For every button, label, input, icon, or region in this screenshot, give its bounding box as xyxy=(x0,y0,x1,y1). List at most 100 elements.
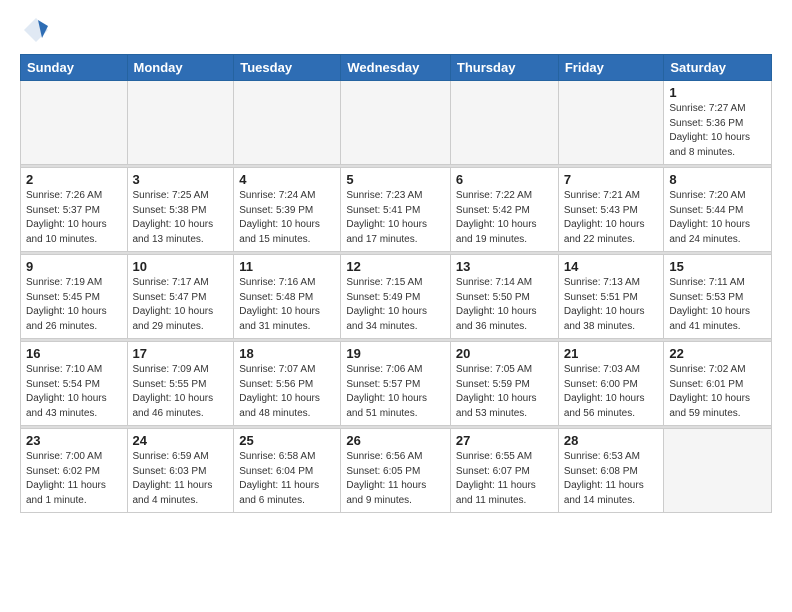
calendar-cell: 5 Sunrise: 7:23 AM Sunset: 5:41 PM Daylig… xyxy=(341,168,451,252)
calendar-week-2: 2 Sunrise: 7:26 AM Sunset: 5:37 PM Daylig… xyxy=(21,168,772,252)
calendar-cell: 9Sunrise: 7:19 AM Sunset: 5:45 PM Daylig… xyxy=(21,255,128,339)
day-info: Sunrise: 7:23 AM Sunset: 5:41 PM Dayligh… xyxy=(346,189,445,247)
day-number: 27 xyxy=(456,433,553,448)
col-header-saturday: Saturday xyxy=(664,55,772,81)
page: SundayMondayTuesdayWednesdayThursdayFrid… xyxy=(0,0,792,523)
calendar-cell: 22 Sunrise: 7:02 AM Sunset: 6:01 PM Dayli… xyxy=(664,342,772,426)
day-number: 7 xyxy=(564,172,659,187)
day-number: 24 xyxy=(133,433,229,448)
calendar-cell: 16 Sunrise: 7:10 AM Sunset: 5:54 PM Dayli… xyxy=(21,342,128,426)
calendar-cell xyxy=(341,81,451,165)
day-info: Sunrise: 7:11 AM Sunset: 5:53 PM Dayligh… xyxy=(669,276,766,334)
calendar-cell: 1Sunrise: 7:27 AM Sunset: 5:36 PM Daylig… xyxy=(664,81,772,165)
day-number: 2 xyxy=(26,172,122,187)
day-info: Sunrise: 7:13 AM Sunset: 5:51 PM Dayligh… xyxy=(564,276,659,334)
calendar-cell xyxy=(664,429,772,513)
day-number: 21 xyxy=(564,346,659,361)
calendar-cell xyxy=(21,81,128,165)
calendar-cell: 19 Sunrise: 7:06 AM Sunset: 5:57 PM Dayli… xyxy=(341,342,451,426)
day-info: Sunrise: 7:15 AM Sunset: 5:49 PM Dayligh… xyxy=(346,276,445,334)
col-header-friday: Friday xyxy=(558,55,664,81)
day-number: 26 xyxy=(346,433,445,448)
calendar-cell: 24 Sunrise: 6:59 AM Sunset: 6:03 PM Dayli… xyxy=(127,429,234,513)
calendar-cell: 23 Sunrise: 7:00 AM Sunset: 6:02 PM Dayli… xyxy=(21,429,128,513)
day-info: Sunrise: 6:58 AM Sunset: 6:04 PM Dayligh… xyxy=(239,450,335,508)
day-number: 14 xyxy=(564,259,659,274)
day-number: 11 xyxy=(239,259,335,274)
day-info: Sunrise: 6:59 AM Sunset: 6:03 PM Dayligh… xyxy=(133,450,229,508)
day-info: Sunrise: 7:07 AM Sunset: 5:56 PM Dayligh… xyxy=(239,363,335,421)
calendar-cell: 2 Sunrise: 7:26 AM Sunset: 5:37 PM Daylig… xyxy=(21,168,128,252)
day-number: 16 xyxy=(26,346,122,361)
day-info: Sunrise: 7:06 AM Sunset: 5:57 PM Dayligh… xyxy=(346,363,445,421)
col-header-wednesday: Wednesday xyxy=(341,55,451,81)
calendar-cell: 25 Sunrise: 6:58 AM Sunset: 6:04 PM Dayli… xyxy=(234,429,341,513)
day-number: 5 xyxy=(346,172,445,187)
calendar-week-4: 16 Sunrise: 7:10 AM Sunset: 5:54 PM Dayli… xyxy=(21,342,772,426)
day-number: 25 xyxy=(239,433,335,448)
calendar-cell: 12Sunrise: 7:15 AM Sunset: 5:49 PM Dayli… xyxy=(341,255,451,339)
day-info: Sunrise: 7:00 AM Sunset: 6:02 PM Dayligh… xyxy=(26,450,122,508)
day-number: 6 xyxy=(456,172,553,187)
day-number: 20 xyxy=(456,346,553,361)
calendar-cell: 18 Sunrise: 7:07 AM Sunset: 5:56 PM Dayli… xyxy=(234,342,341,426)
day-info: Sunrise: 6:56 AM Sunset: 6:05 PM Dayligh… xyxy=(346,450,445,508)
calendar-cell: 26 Sunrise: 6:56 AM Sunset: 6:05 PM Dayli… xyxy=(341,429,451,513)
calendar-week-1: 1Sunrise: 7:27 AM Sunset: 5:36 PM Daylig… xyxy=(21,81,772,165)
calendar-week-5: 23 Sunrise: 7:00 AM Sunset: 6:02 PM Dayli… xyxy=(21,429,772,513)
day-info: Sunrise: 7:25 AM Sunset: 5:38 PM Dayligh… xyxy=(133,189,229,247)
day-info: Sunrise: 7:05 AM Sunset: 5:59 PM Dayligh… xyxy=(456,363,553,421)
logo-icon xyxy=(22,16,50,44)
day-info: Sunrise: 7:09 AM Sunset: 5:55 PM Dayligh… xyxy=(133,363,229,421)
day-number: 23 xyxy=(26,433,122,448)
calendar-cell xyxy=(450,81,558,165)
calendar-cell: 6 Sunrise: 7:22 AM Sunset: 5:42 PM Daylig… xyxy=(450,168,558,252)
day-number: 19 xyxy=(346,346,445,361)
day-number: 13 xyxy=(456,259,553,274)
day-number: 18 xyxy=(239,346,335,361)
calendar-cell: 28 Sunrise: 6:53 AM Sunset: 6:08 PM Dayli… xyxy=(558,429,664,513)
calendar-table: SundayMondayTuesdayWednesdayThursdayFrid… xyxy=(20,54,772,513)
calendar-week-3: 9Sunrise: 7:19 AM Sunset: 5:45 PM Daylig… xyxy=(21,255,772,339)
day-number: 22 xyxy=(669,346,766,361)
col-header-thursday: Thursday xyxy=(450,55,558,81)
calendar-cell: 27Sunrise: 6:55 AM Sunset: 6:07 PM Dayli… xyxy=(450,429,558,513)
day-info: Sunrise: 6:53 AM Sunset: 6:08 PM Dayligh… xyxy=(564,450,659,508)
day-info: Sunrise: 7:14 AM Sunset: 5:50 PM Dayligh… xyxy=(456,276,553,334)
day-info: Sunrise: 7:17 AM Sunset: 5:47 PM Dayligh… xyxy=(133,276,229,334)
day-number: 10 xyxy=(133,259,229,274)
calendar-cell: 15 Sunrise: 7:11 AM Sunset: 5:53 PM Dayli… xyxy=(664,255,772,339)
calendar-cell: 10 Sunrise: 7:17 AM Sunset: 5:47 PM Dayli… xyxy=(127,255,234,339)
calendar-cell: 21 Sunrise: 7:03 AM Sunset: 6:00 PM Dayli… xyxy=(558,342,664,426)
day-info: Sunrise: 7:10 AM Sunset: 5:54 PM Dayligh… xyxy=(26,363,122,421)
day-info: Sunrise: 7:26 AM Sunset: 5:37 PM Dayligh… xyxy=(26,189,122,247)
calendar-cell: 7 Sunrise: 7:21 AM Sunset: 5:43 PM Daylig… xyxy=(558,168,664,252)
calendar-cell: 20 Sunrise: 7:05 AM Sunset: 5:59 PM Dayli… xyxy=(450,342,558,426)
calendar-cell: 17 Sunrise: 7:09 AM Sunset: 5:55 PM Dayli… xyxy=(127,342,234,426)
calendar-cell: 3 Sunrise: 7:25 AM Sunset: 5:38 PM Daylig… xyxy=(127,168,234,252)
day-number: 4 xyxy=(239,172,335,187)
day-info: Sunrise: 7:03 AM Sunset: 6:00 PM Dayligh… xyxy=(564,363,659,421)
calendar-cell: 11 Sunrise: 7:16 AM Sunset: 5:48 PM Dayli… xyxy=(234,255,341,339)
day-info: Sunrise: 7:22 AM Sunset: 5:42 PM Dayligh… xyxy=(456,189,553,247)
calendar-cell xyxy=(558,81,664,165)
calendar-cell xyxy=(127,81,234,165)
day-number: 17 xyxy=(133,346,229,361)
day-number: 28 xyxy=(564,433,659,448)
day-info: Sunrise: 7:19 AM Sunset: 5:45 PM Dayligh… xyxy=(26,276,122,334)
day-info: Sunrise: 7:27 AM Sunset: 5:36 PM Dayligh… xyxy=(669,102,766,160)
col-header-tuesday: Tuesday xyxy=(234,55,341,81)
calendar-cell: 14 Sunrise: 7:13 AM Sunset: 5:51 PM Dayli… xyxy=(558,255,664,339)
calendar-cell: 8Sunrise: 7:20 AM Sunset: 5:44 PM Daylig… xyxy=(664,168,772,252)
day-info: Sunrise: 7:16 AM Sunset: 5:48 PM Dayligh… xyxy=(239,276,335,334)
calendar-cell: 13 Sunrise: 7:14 AM Sunset: 5:50 PM Dayli… xyxy=(450,255,558,339)
calendar-cell: 4Sunrise: 7:24 AM Sunset: 5:39 PM Daylig… xyxy=(234,168,341,252)
day-number: 15 xyxy=(669,259,766,274)
calendar-header-row: SundayMondayTuesdayWednesdayThursdayFrid… xyxy=(21,55,772,81)
col-header-sunday: Sunday xyxy=(21,55,128,81)
day-info: Sunrise: 7:21 AM Sunset: 5:43 PM Dayligh… xyxy=(564,189,659,247)
day-number: 8 xyxy=(669,172,766,187)
day-info: Sunrise: 7:02 AM Sunset: 6:01 PM Dayligh… xyxy=(669,363,766,421)
col-header-monday: Monday xyxy=(127,55,234,81)
day-number: 3 xyxy=(133,172,229,187)
